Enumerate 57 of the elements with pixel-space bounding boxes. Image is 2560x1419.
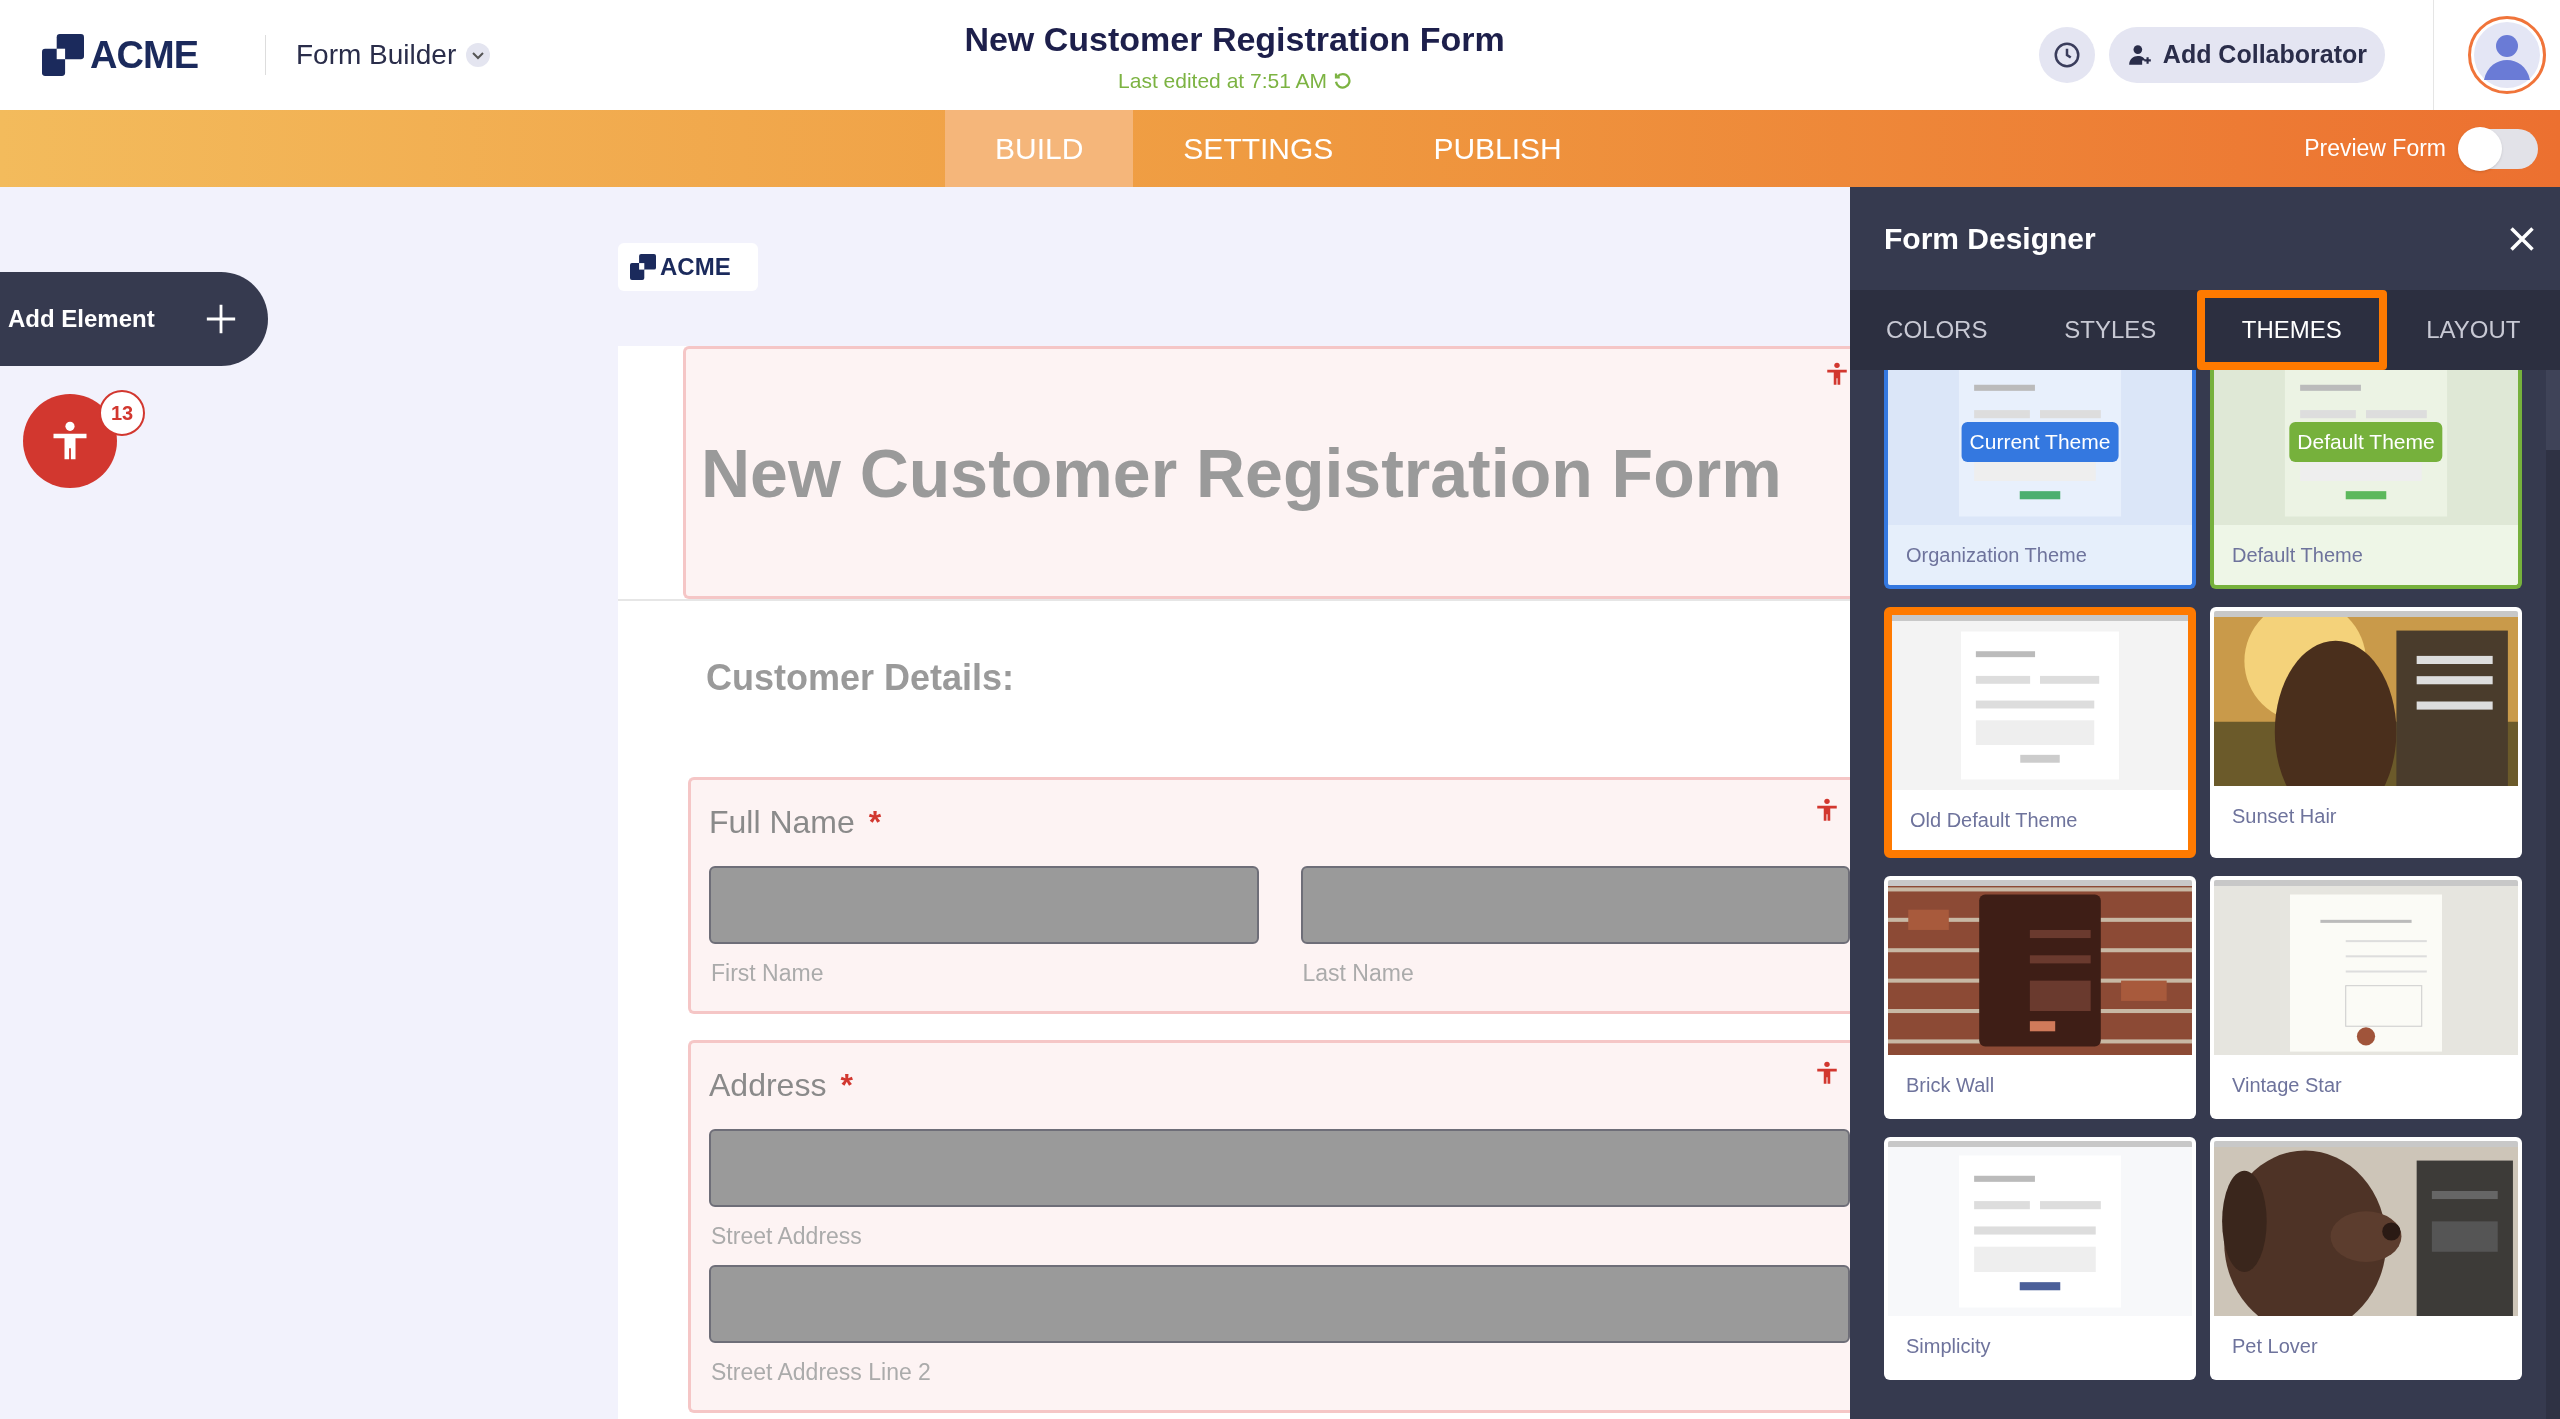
preview-toggle[interactable] (2460, 128, 2538, 169)
theme-card[interactable]: Simplicity (1884, 1137, 2196, 1380)
designer-tab[interactable]: COLORS (1850, 290, 2024, 370)
theme-card[interactable]: Sunset Hair (2210, 607, 2522, 858)
sub-label: Last Name (1301, 959, 1415, 988)
theme-card[interactable]: Pet Lover (2210, 1137, 2522, 1380)
theme-card[interactable]: Default Theme Default Theme (2210, 370, 2522, 589)
theme-card[interactable]: Old Default Theme (1884, 607, 2196, 858)
logo-icon (42, 34, 84, 76)
chevron-down-icon (466, 43, 491, 67)
field-label: Address (709, 1065, 827, 1105)
plus-icon (204, 302, 238, 336)
sub-label: Street Address (710, 1221, 863, 1251)
form-heading: New Customer Registration Form (701, 433, 1782, 513)
refresh-icon[interactable] (1333, 71, 1352, 90)
sub-label: Street Address Line 2 (710, 1358, 932, 1387)
logo-icon (630, 254, 656, 280)
form-logo-text: ACME (660, 252, 731, 282)
theme-name: Pet Lover (2232, 1334, 2318, 1359)
theme-name: Organization Theme (1906, 543, 2087, 568)
field-label: Full Name (709, 803, 855, 842)
theme-badge: Current Theme (1961, 422, 2119, 462)
text-input[interactable] (709, 1128, 1850, 1207)
theme-name: Brick Wall (1906, 1073, 1995, 1098)
form-builder-dropdown[interactable]: Form Builder (296, 34, 491, 76)
designer-tab[interactable]: THEMES (2197, 290, 2387, 370)
add-person-icon (2126, 42, 2153, 68)
theme-name: Sunset Hair (2232, 804, 2337, 829)
scrollbar[interactable] (2546, 370, 2560, 1419)
theme-badge: Default Theme (2289, 422, 2443, 462)
sub-label: First Name (710, 959, 825, 988)
text-input[interactable] (709, 866, 1259, 944)
add-collaborator-button[interactable]: Add Collaborator (2108, 27, 2385, 83)
section-heading: Customer Details: (705, 656, 1016, 700)
theme-name: Old Default Theme (1910, 808, 2078, 833)
theme-name: Default Theme (2232, 543, 2363, 568)
theme-card[interactable]: Vintage Star (2210, 876, 2522, 1119)
designer-tab[interactable]: STYLES (2023, 290, 2197, 370)
text-input[interactable] (709, 1265, 1850, 1343)
required-mark: * (868, 803, 882, 842)
theme-name: Vintage Star (2232, 1073, 2342, 1098)
acme-logo-text: ACME (90, 32, 199, 78)
issue-count-badge: 13 (99, 390, 145, 436)
form-title: New Customer Registration Form (964, 18, 1505, 60)
preview-form-label: Preview Form (2304, 134, 2446, 164)
text-input[interactable] (1300, 866, 1850, 944)
close-icon[interactable] (2508, 224, 2536, 253)
last-edited-text: Last edited at 7:51 AM (1118, 67, 1328, 94)
theme-name: Simplicity (1906, 1334, 1991, 1359)
theme-card[interactable]: Current Theme Organization Theme (1884, 370, 2196, 589)
user-icon (2474, 22, 2540, 88)
nav-tab[interactable]: PUBLISH (1383, 110, 1612, 187)
panel-title: Form Designer (1884, 221, 2096, 257)
designer-tab[interactable]: LAYOUT (2386, 290, 2560, 370)
theme-card[interactable]: Brick Wall (1884, 876, 2196, 1119)
required-mark: * (840, 1065, 853, 1105)
add-element-button[interactable]: Add Element (0, 272, 268, 366)
